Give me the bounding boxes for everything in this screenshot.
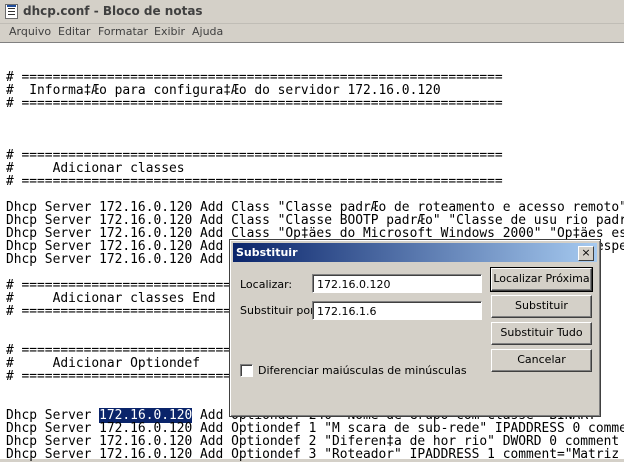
cancel-button[interactable]: Cancelar (491, 349, 592, 372)
replace-button[interactable]: Substituir (491, 295, 592, 318)
close-icon[interactable]: × (578, 246, 594, 261)
notepad-icon (5, 4, 18, 19)
menu-editar[interactable]: Editar (58, 25, 91, 38)
menu-arquivo[interactable]: Arquivo (9, 25, 51, 38)
replace-dialog: Substituir × Localizar: 172.16.0.120 Sub… (229, 239, 601, 417)
menu-exibir[interactable]: Exibir (154, 25, 185, 38)
match-case-checkbox[interactable] (240, 364, 253, 377)
title-bar: dhcp.conf - Bloco de notas (0, 0, 624, 24)
editor-line: Dhcp Server 172.16.0.120 Add Optiondef 3… (6, 447, 620, 462)
dialog-title: Substituir (236, 246, 298, 259)
menu-formatar[interactable]: Formatar (98, 25, 148, 38)
match-case-label: Diferenciar maiúsculas de minúsculas (258, 364, 467, 377)
dialog-title-bar[interactable]: Substituir × (233, 243, 597, 262)
menu-ajuda[interactable]: Ajuda (192, 25, 223, 38)
editor-line: # ======================================… (6, 96, 503, 111)
replace-all-button[interactable]: Substituir Tudo (491, 322, 592, 345)
editor-line: # ======================================… (6, 174, 503, 189)
replace-label: Substituir por: (240, 304, 319, 317)
replace-input[interactable]: 172.16.1.6 (312, 301, 482, 320)
window-title: dhcp.conf - Bloco de notas (23, 4, 203, 18)
find-input[interactable]: 172.16.0.120 (312, 274, 482, 293)
find-label: Localizar: (240, 278, 293, 291)
menu-bar: Arquivo Editar Formatar Exibir Ajuda (0, 24, 624, 42)
find-next-button[interactable]: Localizar Próxima (490, 267, 593, 292)
